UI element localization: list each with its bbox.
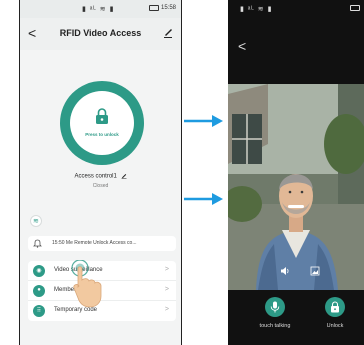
battery-icon — [350, 5, 360, 11]
edit-icon[interactable] — [163, 26, 173, 38]
touch-talking-label: touch talking — [259, 323, 291, 329]
chevron-right-icon: > — [164, 306, 169, 313]
unlock-button[interactable]: Press to unlock — [60, 81, 144, 165]
signal-icons: ▮ ᵃᴸ ≋ ▮ — [82, 6, 115, 13]
status-bar: ▮ ᵃᴸ ≋ ▮ 15:58 — [20, 0, 181, 18]
back-icon[interactable]: < — [238, 38, 246, 54]
access-control-screen: ▮ ᵃᴸ ≋ ▮ 15:58 < RFID Video Access Press… — [19, 0, 182, 345]
camera-icon: ◉ — [33, 265, 45, 277]
device-name-row: Access control1 — [20, 173, 181, 180]
video-feed — [228, 84, 364, 290]
notification-text: 15:50 Me Remote Unlock Access co... — [52, 240, 137, 246]
arrow-right-icon — [184, 193, 223, 205]
tap-hand-icon — [71, 260, 102, 308]
bell-icon — [33, 239, 42, 248]
device-status: Closed — [92, 183, 109, 189]
status-bar: ▮ ᵃᴸ ≋ ▮ — [228, 0, 364, 18]
snapshot-icon[interactable] — [310, 266, 320, 276]
battery-icon — [149, 5, 159, 11]
lock-icon — [96, 108, 108, 124]
screenshot-stage: ▮ ᵃᴸ ≋ ▮ 15:58 < RFID Video Access Press… — [0, 0, 364, 345]
keypad-icon: ⠿ — [33, 305, 45, 317]
app-header: < RFID Video Access — [20, 18, 181, 50]
speaker-icon[interactable] — [280, 266, 290, 276]
signal-icons: ▮ ᵃᴸ ≋ ▮ — [240, 6, 273, 13]
touch-talking-button[interactable] — [265, 297, 285, 317]
rename-icon[interactable] — [121, 173, 127, 179]
press-to-unlock-label: Press to unlock — [85, 132, 119, 137]
user-icon: ● — [33, 285, 45, 297]
unlock-door-button[interactable] — [325, 297, 345, 317]
wifi-status-icon: ≋ — [30, 215, 42, 227]
device-name: Access control1 — [74, 173, 117, 180]
unlock-button-face: Press to unlock — [70, 91, 134, 155]
notification-bar[interactable]: 15:50 Me Remote Unlock Access co... — [28, 236, 176, 251]
microphone-icon — [270, 301, 280, 313]
video-intercom-screen: ▮ ᵃᴸ ≋ ▮ < touch talking Unlock — [228, 0, 364, 345]
chevron-right-icon: > — [164, 286, 169, 293]
page-title: RFID Video Access — [59, 28, 142, 38]
status-time: 15:58 — [160, 5, 176, 11]
chevron-right-icon: > — [164, 266, 169, 273]
arrow-right-icon — [184, 115, 223, 127]
unlock-label: Unlock — [326, 323, 344, 329]
lock-icon — [331, 301, 339, 313]
